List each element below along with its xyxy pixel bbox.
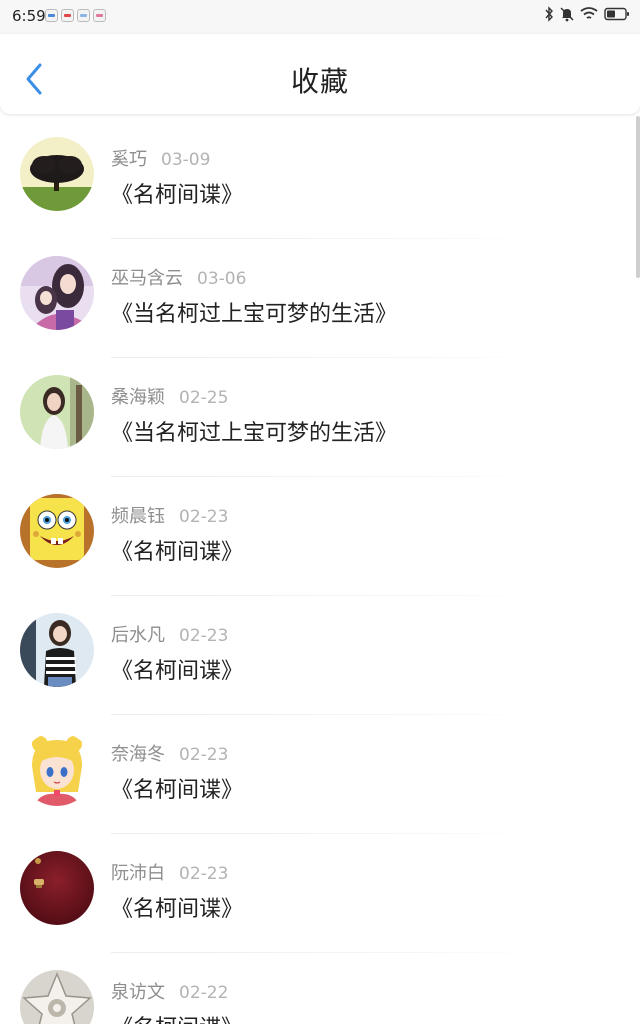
item-title[interactable]: 《名柯间谍》 [111, 1010, 243, 1024]
item-title[interactable]: 《名柯间谍》 [111, 772, 243, 804]
page-title: 收藏 [290, 65, 349, 98]
anime-avatar[interactable] [20, 256, 94, 330]
item-date: 02-23 [179, 745, 229, 765]
item-date: 02-25 [179, 388, 229, 408]
girl-striped-avatar[interactable] [20, 613, 94, 687]
item-date: 03-06 [197, 269, 247, 289]
battery-icon [604, 7, 629, 21]
item-title[interactable]: 《当名柯过上宝可梦的生活》 [111, 415, 397, 447]
item-title[interactable]: 《名柯间谍》 [111, 653, 243, 685]
author-name: 桑海颖 [111, 387, 165, 408]
author-name: 泉访文 [111, 982, 165, 1003]
list-item[interactable]: 后水凡 02-23 《名柯间谍》 [0, 596, 640, 715]
star-avatar[interactable] [20, 970, 94, 1024]
item-author: 巫马含云 03-06 [111, 264, 246, 290]
author-name: 巫马含云 [111, 268, 183, 289]
author-name: 奈海冬 [111, 744, 165, 765]
status-bar: 6:59 [0, 0, 640, 34]
list-item[interactable]: 奈海冬 02-23 《名柯间谍》 [0, 715, 640, 834]
wifi-icon [580, 7, 598, 19]
item-author: 奈海冬 02-23 [111, 740, 228, 766]
dark-red-avatar[interactable] [20, 851, 94, 925]
girl-photo-avatar[interactable] [20, 375, 94, 449]
list-item[interactable]: 桑海颖 02-25 《当名柯过上宝可梦的生活》 [0, 358, 640, 477]
item-date: 02-23 [179, 626, 229, 646]
favorites-screen: 6:59 收藏 奚巧 03-09 《名柯间谍》 巫马含云 03-06 《当名柯过… [0, 0, 640, 1024]
item-title[interactable]: 《名柯间谍》 [111, 177, 243, 209]
author-name: 频晨钰 [111, 506, 165, 527]
status-time: 6:59 [12, 7, 46, 25]
header-bar: 收藏 [0, 34, 640, 114]
notification-red-icon [61, 9, 74, 22]
item-title[interactable]: 《当名柯过上宝可梦的生活》 [111, 296, 397, 328]
item-author: 桑海颖 02-25 [111, 383, 228, 409]
list-item[interactable]: 阮沛白 02-23 《名柯间谍》 [0, 834, 640, 953]
list-item[interactable]: 频晨钰 02-23 《名柯间谍》 [0, 477, 640, 596]
tree-avatar[interactable] [20, 137, 94, 211]
sailor-moon-avatar[interactable] [20, 732, 94, 806]
item-date: 02-23 [179, 864, 229, 884]
item-author: 频晨钰 02-23 [111, 502, 228, 528]
author-name: 阮沛白 [111, 863, 165, 884]
item-date: 02-22 [179, 983, 229, 1003]
author-name: 奚巧 [111, 149, 147, 170]
item-author: 后水凡 02-23 [111, 621, 228, 647]
item-date: 03-09 [161, 150, 211, 170]
item-date: 02-23 [179, 507, 229, 527]
status-notifications [45, 9, 106, 22]
list-item[interactable]: 巫马含云 03-06 《当名柯过上宝可梦的生活》 [0, 239, 640, 358]
scrollbar[interactable] [636, 116, 640, 278]
author-name: 后水凡 [111, 625, 165, 646]
spongebob-avatar[interactable] [20, 494, 94, 568]
item-title[interactable]: 《名柯间谍》 [111, 891, 243, 923]
status-indicators [544, 6, 630, 22]
item-author: 阮沛白 02-23 [111, 859, 228, 885]
list-item[interactable]: 泉访文 02-22 《名柯间谍》 [0, 953, 640, 1024]
bluetooth-icon [545, 6, 553, 22]
notification-shield-icon [77, 9, 90, 22]
item-author: 奚巧 03-09 [111, 145, 210, 171]
item-author: 泉访文 02-22 [111, 978, 228, 1004]
list-item[interactable]: 奚巧 03-09 《名柯间谍》 [0, 120, 640, 239]
notification-app-icon [45, 9, 58, 22]
mute-icon [560, 7, 574, 22]
favorites-list: 奚巧 03-09 《名柯间谍》 巫马含云 03-06 《当名柯过上宝可梦的生活》… [0, 120, 640, 1024]
item-title[interactable]: 《名柯间谍》 [111, 534, 243, 566]
notification-pink-icon [93, 9, 106, 22]
